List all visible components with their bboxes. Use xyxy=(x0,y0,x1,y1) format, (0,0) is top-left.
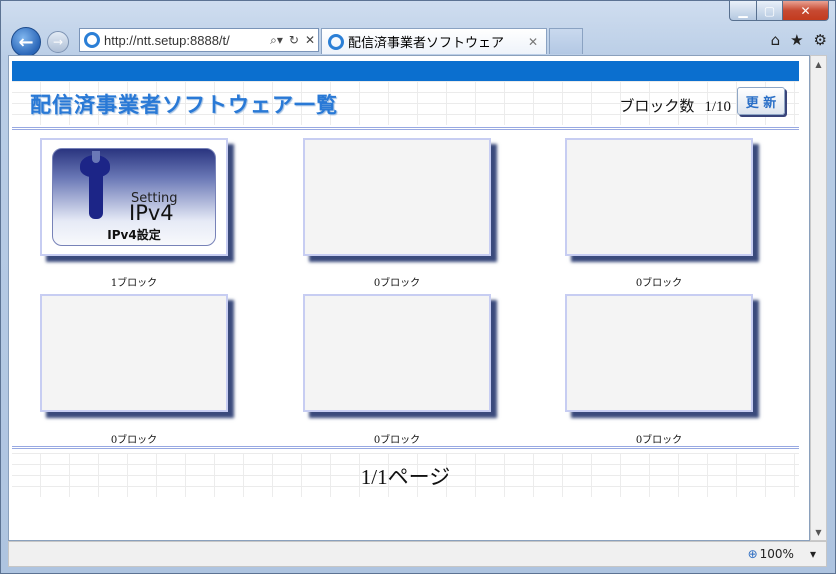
tile-empty[interactable] xyxy=(303,138,491,256)
search-icon[interactable]: ⌕▾ xyxy=(267,33,286,48)
stop-icon[interactable]: ✕ xyxy=(302,33,318,47)
footer-divider xyxy=(12,446,799,449)
address-bar[interactable]: http://ntt.setup:8888/t/ ⌕▾ ↻ ✕ xyxy=(79,28,319,52)
wrench-icon xyxy=(80,151,110,219)
tile-ipv4-setting[interactable]: Setting IPv4 IPv4設定 xyxy=(40,138,228,256)
block-count-label: ブロック数 xyxy=(619,99,695,115)
settings-gear-icon[interactable]: ⚙ xyxy=(814,31,827,49)
tile-caption: 0ブロック xyxy=(373,435,421,446)
back-arrow-icon: ← xyxy=(18,31,34,53)
header-divider xyxy=(12,127,799,130)
page-viewport: 配信済事業者ソフトウェア一覧 ブロック数 1/10 更 新 Setting IPv… xyxy=(8,55,810,541)
forward-arrow-icon: → xyxy=(52,35,64,49)
page-footer: 1/1ページ xyxy=(12,453,799,497)
ipv4-setting-icon: Setting IPv4 IPv4設定 xyxy=(52,148,216,246)
tile-caption: 0ブロック xyxy=(635,435,683,446)
maximize-icon: ▢ xyxy=(763,3,776,18)
zoom-dropdown-icon[interactable]: ▾ xyxy=(810,547,816,561)
tile-empty[interactable] xyxy=(303,294,491,412)
refresh-icon[interactable]: ↻ xyxy=(286,33,302,47)
ipv4-label: IPv4設定 xyxy=(107,228,161,242)
tile-empty[interactable] xyxy=(40,294,228,412)
close-icon: ✕ xyxy=(800,3,811,18)
tile-caption: 1ブロック xyxy=(110,278,158,289)
scroll-down-icon[interactable]: ▼ xyxy=(811,524,826,540)
favorites-star-icon[interactable]: ★ xyxy=(790,31,803,49)
tab-ie-icon xyxy=(328,33,344,50)
scroll-up-icon[interactable]: ▲ xyxy=(811,56,826,72)
ipv4-big-text: IPv4 xyxy=(129,201,174,225)
zoom-icon: ⊕ xyxy=(747,547,758,561)
block-count: ブロック数 1/10 xyxy=(619,95,731,116)
maximize-button[interactable]: ▢ xyxy=(757,1,783,21)
status-bar: ⊕ 100% ▾ xyxy=(8,541,827,567)
tile-caption: 0ブロック xyxy=(373,278,421,289)
tile-caption: 0ブロック xyxy=(635,278,683,289)
minimize-button[interactable]: ▁ xyxy=(729,1,757,21)
tile-empty[interactable] xyxy=(565,294,753,412)
browser-tab[interactable]: 配信済事業者ソフトウェア ✕ xyxy=(321,28,547,54)
accent-bar xyxy=(12,61,799,81)
window-controls: ▁ ▢ ✕ xyxy=(729,1,829,21)
home-icon[interactable]: ⌂ xyxy=(771,31,781,49)
back-button[interactable]: ← xyxy=(11,27,41,57)
browser-tools: ⌂ ★ ⚙ xyxy=(771,31,827,49)
new-tab-button[interactable] xyxy=(549,28,583,54)
tile-caption: 0ブロック xyxy=(110,435,158,446)
zoom-control[interactable]: ⊕ 100% xyxy=(748,547,794,561)
block-count-value: 1/10 xyxy=(704,99,731,115)
page-header: 配信済事業者ソフトウェア一覧 ブロック数 1/10 更 新 xyxy=(12,81,799,125)
close-window-button[interactable]: ✕ xyxy=(783,1,829,21)
page-info: 1/1ページ xyxy=(360,465,451,489)
forward-button[interactable]: → xyxy=(47,31,69,53)
zoom-level: 100% xyxy=(759,547,794,561)
navigation-bar: ← → http://ntt.setup:8888/t/ ⌕▾ ↻ ✕ 配信済事… xyxy=(9,25,829,57)
tab-title: 配信済事業者ソフトウェア xyxy=(348,36,505,51)
tile-empty[interactable] xyxy=(565,138,753,256)
address-url[interactable]: http://ntt.setup:8888/t/ xyxy=(104,33,267,48)
ie-page-icon xyxy=(84,32,100,48)
minimize-icon: ▁ xyxy=(738,3,748,18)
vertical-scrollbar[interactable]: ▲ ▼ xyxy=(810,55,827,541)
update-button[interactable]: 更 新 xyxy=(737,87,785,115)
page-title: 配信済事業者ソフトウェア一覧 xyxy=(30,93,338,117)
tab-close-icon[interactable]: ✕ xyxy=(528,35,546,49)
